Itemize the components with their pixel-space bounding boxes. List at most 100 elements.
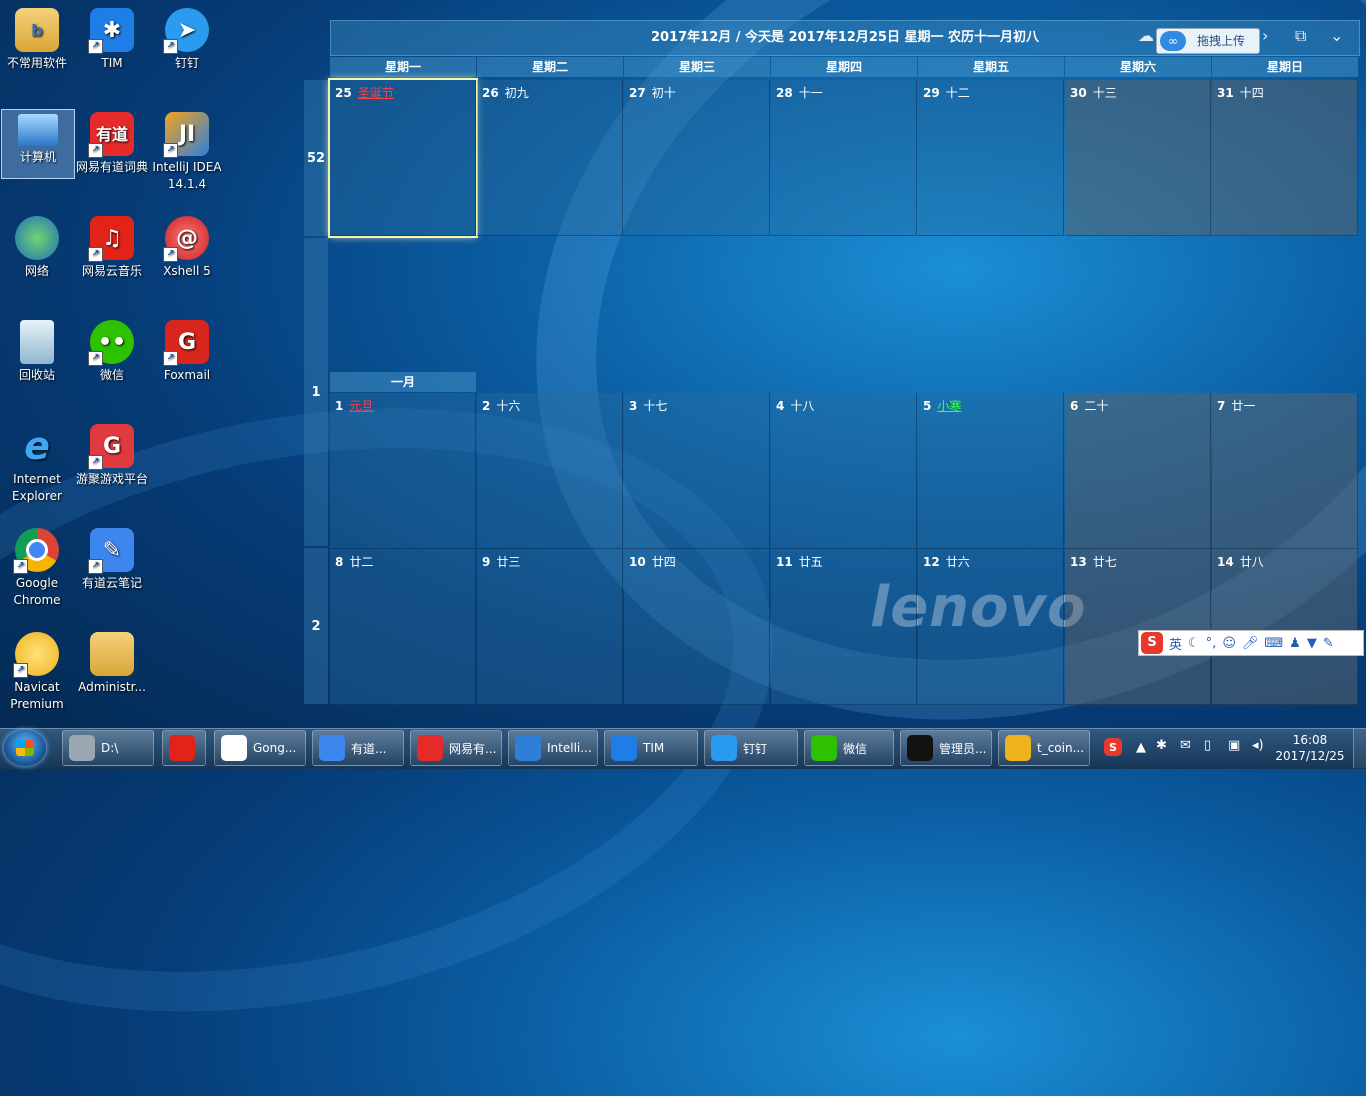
wechat-tray-icon[interactable]: ✉ [1180,738,1191,753]
desktop-icon-intellij[interactable]: JI ↗ IntelliJ IDEA 14.1.4 [150,108,224,193]
taskbar-button[interactable]: Gong... [214,730,306,766]
desktop-icon-tim[interactable]: ✱ ↗ TIM [75,4,149,72]
tray-overflow-icon[interactable]: ▲ [1136,740,1146,755]
weekday-label: 星期四 [771,57,917,77]
usb-tray-icon[interactable]: ▯ [1204,738,1211,753]
calendar-day[interactable]: 6 二十 [1065,393,1211,549]
volume-icon[interactable]: ◂) [1252,738,1264,753]
calendar-day-today[interactable]: 25 圣诞节 [328,78,478,238]
desktop-icon-youdao-dict[interactable]: 有道 ↗ 网易有道词典 [75,108,149,176]
lunar-date: 十二 [945,86,970,100]
punctuation-icon[interactable]: °, [1206,636,1217,651]
desktop-icon-label: IntelliJ IDEA 14.1.4 [152,160,222,191]
calendar-day[interactable]: 10 廿四 [624,549,770,705]
calendar-day[interactable]: 29 十二 [918,80,1064,236]
cloud-icon[interactable]: ☁ [1138,26,1154,45]
ime-mode[interactable]: 英 [1169,634,1182,653]
taskbar-button[interactable]: D:\ [62,730,154,766]
weekday-header-row: 星期一 星期二 星期三 星期四 星期五 星期六 星期日 [330,57,1359,77]
desktop-icon-netease-music[interactable]: ♫ ↗ 网易云音乐 [75,212,149,280]
chevron-down-icon[interactable]: ⌄ [1330,26,1343,45]
tim-tray-icon[interactable]: ✱ [1156,738,1167,753]
desktop-icon-computer[interactable]: 计算机 [1,109,75,179]
calendar-day[interactable]: 27 初十 [624,80,770,236]
calendar-day[interactable]: 8 廿二 [330,549,476,705]
desktop-icon-network[interactable]: 网络 [0,212,74,280]
desktop-icon-navicat[interactable]: ↗ Navicat Premium [0,628,74,713]
desktop-icon-foxmail[interactable]: G ↗ Foxmail [150,316,224,384]
calendar-day[interactable]: 7 廿一 [1212,393,1358,549]
navicat-icon: ↗ [13,632,59,678]
lunar-date: 廿二 [349,555,374,569]
desktop-icon-label: Google Chrome [13,576,61,607]
upload-button[interactable]: ∞ 拖拽上传 [1156,28,1260,54]
emoji-icon[interactable]: ☺ [1222,636,1236,651]
calendar-day[interactable]: 31 十四 [1212,80,1358,236]
holiday-link[interactable]: 圣诞节 [358,86,394,100]
lunar-date: 十七 [643,399,668,413]
show-desktop-button[interactable] [1353,729,1366,768]
taskbar-button-label: 微信 [843,741,868,756]
taskbar-button[interactable]: 管理员... [900,730,992,766]
taskbar-button-label: Gong... [253,741,297,755]
calendar-day[interactable]: 12 廿六 [918,549,1064,705]
desktop-icon-wechat[interactable]: •• ↗ 微信 [75,316,149,384]
restore-icon[interactable]: ⧉ [1295,26,1306,46]
user-icon[interactable]: ♟ [1289,636,1301,651]
taskbar-button[interactable]: t_coin... [998,730,1090,766]
calendar-day[interactable]: 1 元旦 [330,393,476,549]
calendar-day[interactable]: 14 廿八 [1212,549,1358,705]
microphone-icon[interactable]: 🎤︎ [1242,636,1259,651]
shirt-icon[interactable]: ▼ [1307,636,1317,651]
desktop-icon-label: 不常用软件 [6,56,67,70]
calendar-day[interactable]: 3 十七 [624,393,770,549]
recycle-bin-icon [20,320,54,364]
desktop-icon-unused-software[interactable]: b 不常用软件 [0,4,74,72]
calendar-day[interactable]: 30 十三 [1065,80,1211,236]
calendar-day[interactable]: 11 廿五 [771,549,917,705]
taskbar-button-label: 有道... [351,741,387,756]
desktop-icon-ie[interactable]: e Internet Explorer [0,420,74,505]
desktop-icon-xshell[interactable]: @ ↗ Xshell 5 [150,212,224,280]
day-number: 9 [482,555,491,569]
week-number: 2 [304,548,328,704]
taskbar-button-label: Intelli... [547,741,592,755]
start-button[interactable] [4,730,46,766]
calendar-day[interactable]: 13 廿七 [1065,549,1211,705]
wrench-icon[interactable]: ✎ [1323,636,1334,651]
taskbar-button[interactable]: Intelli... [508,730,598,766]
holiday-link[interactable]: 小寒 [937,399,961,413]
taskbar-button[interactable]: 微信 [804,730,894,766]
calendar-day[interactable]: 4 十八 [771,393,917,549]
desktop-icon-dingtalk[interactable]: ➤ ↗ 钉钉 [150,4,224,72]
desktop-icon-youju[interactable]: G ↗ 游聚游戏平台 [75,420,149,488]
desktop-icon-recycle-bin[interactable]: 回收站 [0,316,74,384]
calendar-day[interactable]: 5 小寒 [918,393,1064,549]
calendar-day[interactable]: 2 十六 [477,393,623,549]
taskbar-button-label: 钉钉 [743,741,768,756]
arrow-right-icon[interactable]: › [1262,26,1268,45]
network-tray-icon[interactable]: ▣ [1228,738,1240,753]
taskbar-button-label: TIM [643,741,665,755]
sogou-tray-icon[interactable]: S [1104,730,1122,756]
system-clock[interactable]: 16:08 2017/12/25 [1275,732,1345,764]
taskbar-button[interactable] [162,730,206,766]
taskbar-button-label: 管理员... [939,741,987,756]
desktop-icon-chrome[interactable]: ↗ Google Chrome [0,524,74,609]
calendar-day[interactable]: 26 初九 [477,80,623,236]
moon-icon[interactable]: ☾ [1188,636,1200,651]
keyboard-icon[interactable]: ⌨ [1264,636,1283,651]
taskbar-button[interactable]: TIM [604,730,698,766]
sogou-icon[interactable]: S [1141,632,1163,654]
wechat-icon [811,735,837,761]
desktop-icon-administrator[interactable]: Administr... [75,628,149,696]
taskbar-button-label: 网易有... [449,741,497,756]
taskbar-button[interactable]: 有道... [312,730,404,766]
calendar-day[interactable]: 9 廿三 [477,549,623,705]
taskbar-button[interactable]: 网易有... [410,730,502,766]
holiday-link[interactable]: 元旦 [349,399,373,413]
taskbar-button[interactable]: 钉钉 [704,730,798,766]
desktop-icon-youdao-note[interactable]: ✎ ↗ 有道云笔记 [75,524,149,592]
calendar-day[interactable]: 28 十一 [771,80,917,236]
user-folder-icon [90,632,134,676]
